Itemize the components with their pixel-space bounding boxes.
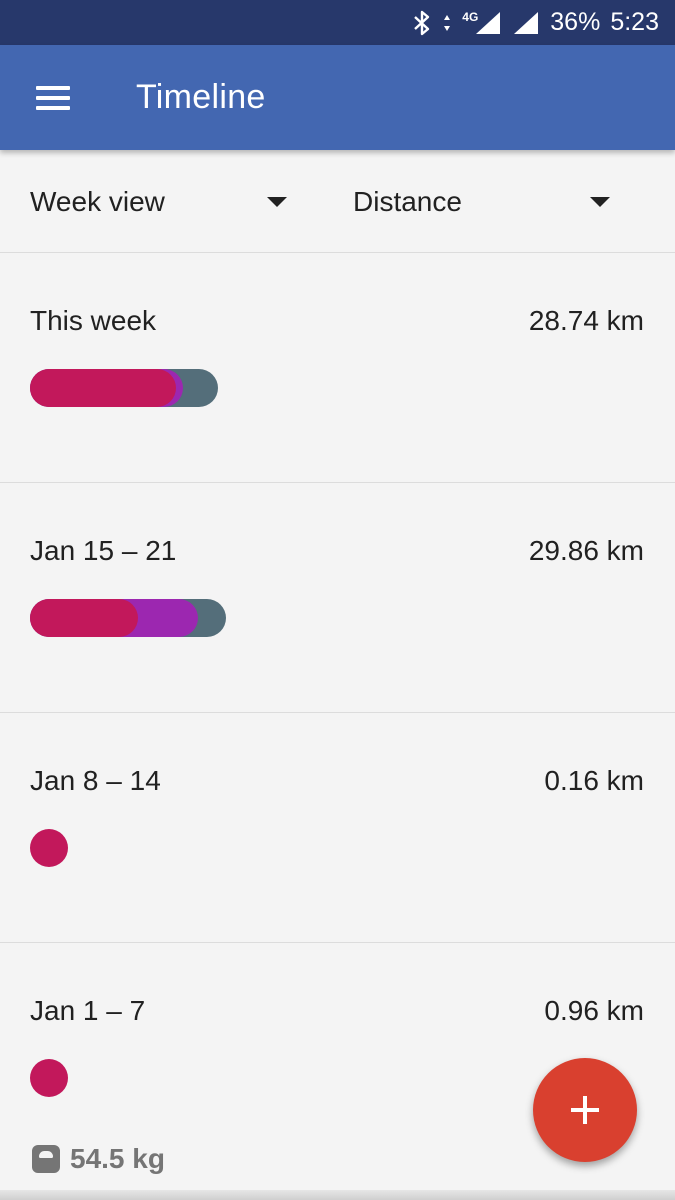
clock: 5:23 <box>610 8 659 36</box>
app-bar: Timeline <box>0 45 675 150</box>
bluetooth-icon <box>412 10 432 36</box>
week-label: Jan 15 – 21 <box>30 535 177 566</box>
week-label: This week <box>30 305 157 336</box>
weight-entry: 54.5 kg <box>32 1143 165 1175</box>
network-type: 4G <box>462 9 479 24</box>
week-row[interactable]: Jan 8 – 14 0.16 km <box>0 713 675 943</box>
status-bar: 4G 36% 5:23 <box>0 0 675 45</box>
view-dropdown-label: Week view <box>30 185 165 217</box>
nav-edge <box>0 1190 675 1200</box>
data-arrows-icon <box>442 13 452 33</box>
week-distance: 28.74 km <box>528 305 644 336</box>
activity-segment-primary <box>30 369 176 407</box>
activity-dot <box>30 1059 68 1097</box>
metric-dropdown-label: Distance <box>353 185 462 217</box>
activity-bar <box>30 369 218 407</box>
week-label: Jan 1 – 7 <box>30 995 146 1026</box>
signal-icon <box>512 10 540 36</box>
activity-bar <box>30 599 226 637</box>
caret-down-icon <box>590 197 610 207</box>
signal-icon: 4G <box>462 10 502 36</box>
week-distance: 0.96 km <box>544 995 644 1026</box>
metric-dropdown[interactable]: Distance <box>353 150 613 253</box>
caret-down-icon <box>267 197 287 207</box>
week-distance: 0.16 km <box>544 765 644 796</box>
plus-icon <box>571 1096 599 1124</box>
add-activity-button[interactable] <box>533 1058 637 1162</box>
hamburger-menu-icon <box>35 85 70 110</box>
week-row[interactable]: This week 28.74 km <box>0 253 675 483</box>
filter-row: Week view Distance <box>0 150 675 253</box>
view-dropdown[interactable]: Week view <box>30 150 290 253</box>
page-title: Timeline <box>136 78 266 116</box>
activity-segment-primary <box>30 599 138 637</box>
menu-button[interactable] <box>0 45 105 150</box>
week-label: Jan 8 – 14 <box>30 765 161 796</box>
activity-dot <box>30 829 68 867</box>
week-distance: 29.86 km <box>528 535 644 566</box>
scale-icon <box>32 1145 60 1173</box>
week-row[interactable]: Jan 15 – 21 29.86 km <box>0 483 675 713</box>
battery-percent: 36% <box>550 8 601 36</box>
weight-value: 54.5 kg <box>70 1143 165 1174</box>
